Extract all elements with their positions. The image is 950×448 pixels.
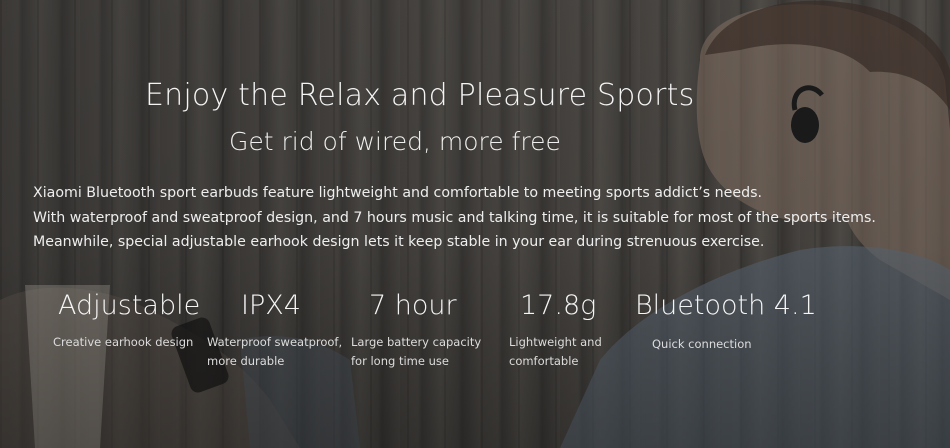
feature-caption: more durable: [207, 354, 285, 368]
feature-caption: Lightweight and: [509, 335, 602, 349]
feature-ipx4: IPX4 Waterproof sweatproof, more durable: [207, 290, 342, 371]
feature-adjustable: Adjustable Creative earhook design: [53, 290, 201, 352]
description: Xiaomi Bluetooth sport earbuds feature l…: [33, 181, 876, 255]
feature-value: 17.8g: [520, 290, 597, 321]
feature-caption: Creative earhook design: [53, 335, 194, 349]
feature-value: 7 hour: [369, 290, 457, 321]
feature-bluetooth: Bluetooth 4.1 Quick connection: [635, 290, 817, 354]
product-banner: Enjoy the Relax and Pleasure Sports Get …: [0, 0, 950, 448]
feature-battery: 7 hour Large battery capacity for long t…: [351, 290, 481, 371]
description-line: Meanwhile, special adjustable earhook de…: [33, 234, 765, 250]
feature-value: Bluetooth 4.1: [635, 290, 817, 321]
feature-caption: Large battery capacity: [351, 335, 482, 349]
description-line: Xiaomi Bluetooth sport earbuds feature l…: [33, 185, 763, 201]
headline: Enjoy the Relax and Pleasure Sports: [145, 78, 695, 113]
description-line: With waterproof and sweatproof design, a…: [33, 209, 876, 226]
feature-value: IPX4: [241, 290, 301, 321]
feature-caption: for long time use: [351, 354, 449, 368]
feature-caption: Quick connection: [652, 337, 752, 351]
feature-caption: comfortable: [509, 354, 579, 368]
feature-weight: 17.8g Lightweight and comfortable: [509, 290, 602, 371]
feature-value: Adjustable: [58, 290, 201, 321]
feature-caption: Waterproof sweatproof,: [207, 335, 343, 349]
subheadline: Get rid of wired, more free: [229, 127, 561, 156]
